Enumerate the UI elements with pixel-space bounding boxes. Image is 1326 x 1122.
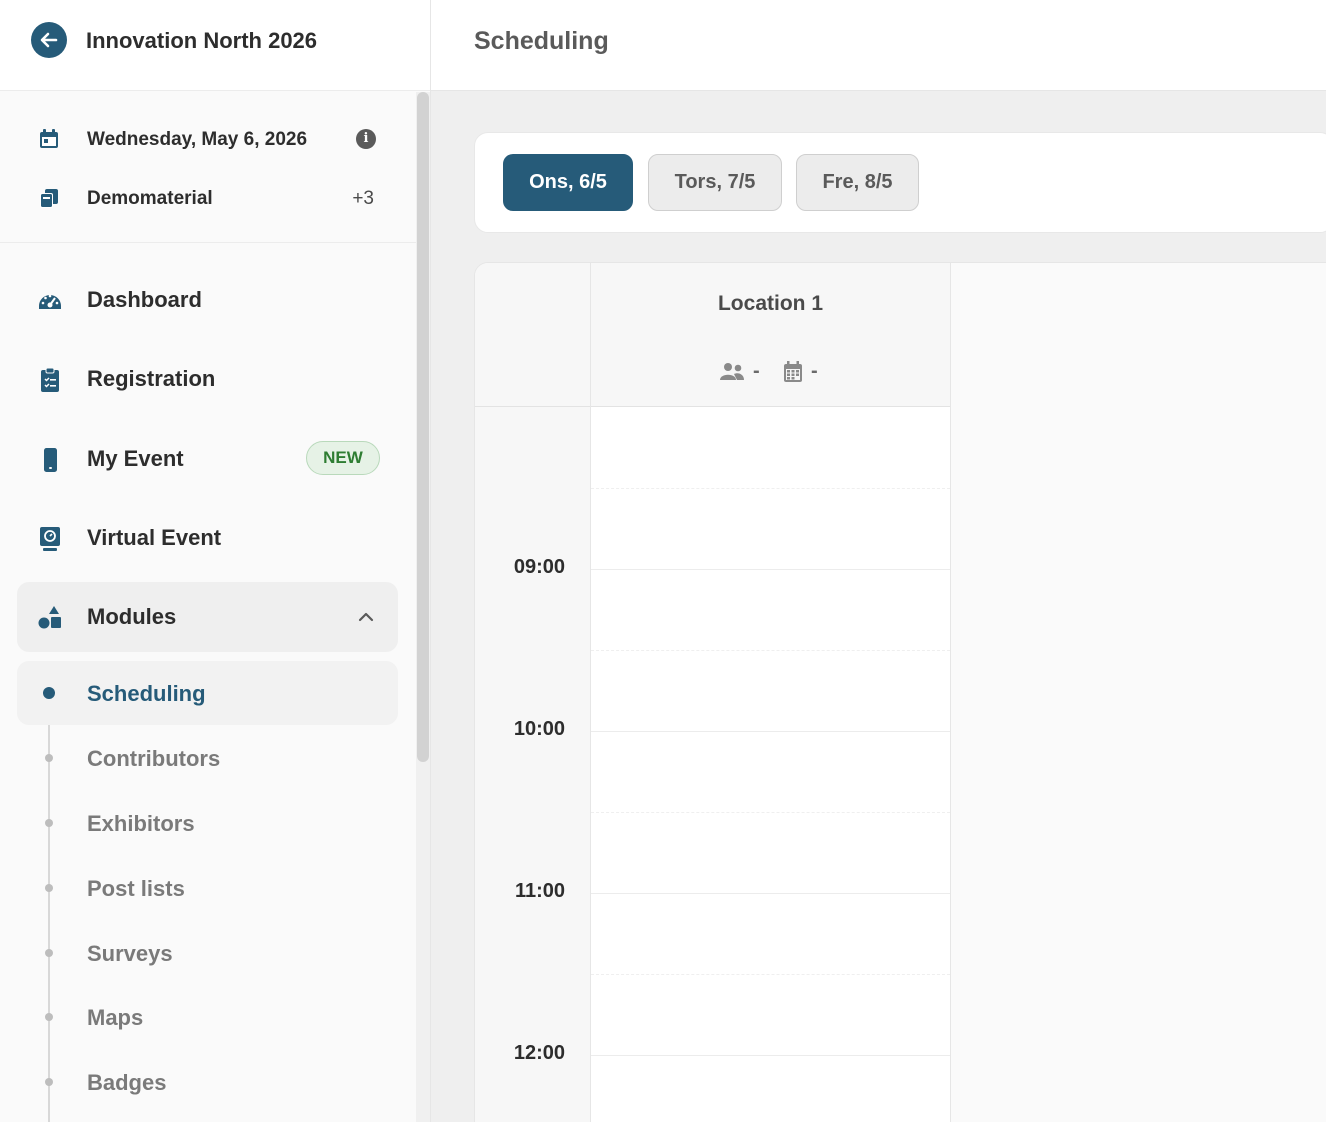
grid-line [591, 974, 950, 975]
grid-line [591, 1055, 950, 1056]
grid-line [591, 812, 950, 813]
main-header: Scheduling [431, 0, 1326, 91]
time-label: 10:00 [513, 718, 565, 740]
tree-dot [45, 884, 53, 892]
submodule-label: Post lists [87, 876, 185, 901]
mobile-icon [44, 448, 57, 472]
sidebar: Innovation North 2026 Wednesday, May 6, … [0, 0, 431, 1122]
material-row[interactable]: Demomaterial +3 [0, 178, 416, 218]
chevron-up-icon[interactable] [356, 607, 376, 627]
events-value: - [811, 360, 818, 382]
submodule-label: Badges [87, 1070, 167, 1095]
nav-registration-label: Registration [87, 366, 216, 391]
nav-virtual-event[interactable]: Virtual Event [17, 503, 398, 573]
monitor-icon [40, 527, 60, 551]
time-label: 11:00 [514, 880, 565, 902]
day-selector: Ons, 6/5 Tors, 7/5 Fre, 8/5 [474, 132, 1326, 233]
page-title: Scheduling [474, 27, 609, 55]
arrow-left-icon [40, 32, 58, 48]
users-icon [720, 363, 744, 380]
nav-modules[interactable]: Modules [17, 582, 398, 652]
nav-dashboard-label: Dashboard [87, 287, 202, 312]
submodule-exhibitors[interactable]: Exhibitors [17, 791, 398, 855]
location-stats: - - [719, 360, 829, 386]
tree-dot [45, 1013, 53, 1021]
submodule-label: Surveys [87, 941, 173, 966]
grid-line [591, 569, 950, 570]
material-name: Demomaterial [87, 188, 213, 209]
tree-dot [45, 754, 53, 762]
schedule-grid: 09:00 10:00 11:00 12:00 Location 1 - - [474, 262, 1326, 1122]
grid-corner [475, 263, 590, 407]
grid-line [591, 731, 950, 732]
event-date-row: Wednesday, May 6, 2026 i [0, 119, 416, 159]
location-column[interactable]: Location 1 - - [591, 263, 951, 1122]
copy-icon [40, 189, 58, 208]
grid-line [591, 650, 950, 651]
tree-dot [45, 819, 53, 827]
submodule-post-lists[interactable]: Post lists [17, 856, 398, 920]
tree-dot [45, 1078, 53, 1086]
submodule-label: Exhibitors [87, 811, 195, 836]
submodule-badges[interactable]: Badges [17, 1050, 398, 1114]
event-name: Innovation North 2026 [86, 28, 318, 53]
submodule-surveys[interactable]: Surveys [17, 921, 398, 985]
nav-my-event-label: My Event [87, 446, 184, 471]
submodule-label: Contributors [87, 746, 221, 771]
calendar-grid-icon [784, 361, 802, 382]
time-column: 09:00 10:00 11:00 12:00 [475, 263, 591, 1122]
submodule-label: Scheduling [87, 681, 206, 706]
submodule-maps[interactable]: Maps [17, 985, 398, 1049]
location-header: Location 1 - - [591, 263, 950, 407]
clipboard-icon [41, 367, 59, 392]
day-tab-3[interactable]: Fre, 8/5 [796, 154, 919, 211]
sidebar-divider [0, 242, 416, 243]
nav-dashboard[interactable]: Dashboard [17, 265, 398, 335]
time-label: 09:00 [513, 556, 565, 578]
sidebar-scroll-thumb[interactable] [417, 92, 429, 762]
calendar-icon [40, 129, 58, 148]
nav-registration[interactable]: Registration [17, 344, 398, 414]
time-label: 12:00 [513, 1042, 565, 1064]
tree-dot [43, 687, 55, 699]
location-name: Location 1 [717, 292, 823, 315]
material-extra-count: +3 [352, 188, 374, 209]
participants-value: - [753, 360, 760, 382]
day-tab-2[interactable]: Tors, 7/5 [648, 154, 782, 211]
nav-virtual-event-label: Virtual Event [87, 525, 222, 550]
grid-line [591, 893, 950, 894]
sidebar-header: Innovation North 2026 [0, 0, 430, 91]
submodule-label: Maps [87, 1005, 144, 1030]
submodule-contributors[interactable]: Contributors [17, 726, 398, 790]
shapes-icon [38, 606, 61, 629]
tree-dot [45, 949, 53, 957]
nav-modules-label: Modules [87, 604, 177, 629]
back-button[interactable] [31, 22, 67, 58]
sidebar-scrollbar[interactable] [416, 92, 430, 1122]
dashboard-icon [39, 294, 61, 309]
submodule-scheduling[interactable]: Scheduling [17, 661, 398, 725]
event-date: Wednesday, May 6, 2026 [87, 129, 308, 150]
main-content: Ons, 6/5 Tors, 7/5 Fre, 8/5 09:00 10:00 … [431, 91, 1326, 1122]
info-icon[interactable]: i [356, 129, 376, 149]
new-badge: NEW [306, 441, 380, 475]
nav-my-event[interactable]: My Event NEW [17, 424, 398, 494]
day-tab-1[interactable]: Ons, 6/5 [503, 154, 633, 211]
grid-line [591, 488, 950, 489]
